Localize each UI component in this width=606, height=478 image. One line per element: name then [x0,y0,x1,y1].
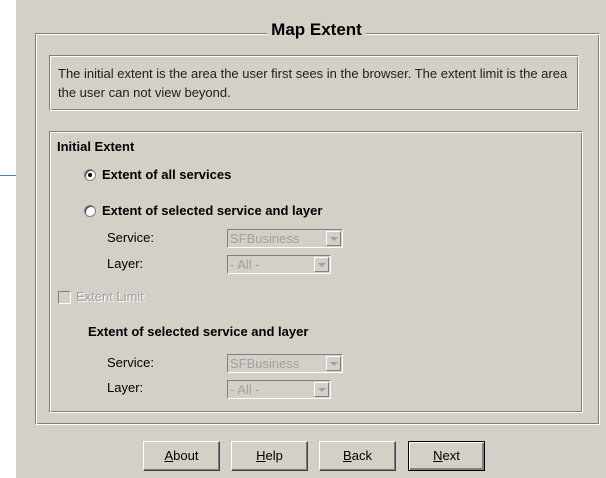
limit-layer-label: Layer: [107,380,144,395]
limit-service-label: Service: [107,355,154,370]
dialog-title: Map Extent [35,20,598,40]
help-mnemonic: H [256,448,266,463]
radio-extent-all[interactable] [84,169,96,181]
description-box: The initial extent is the area the user … [49,55,579,111]
description-text: The initial extent is the area the user … [58,66,568,100]
dialog-title-text: Map Extent [267,20,366,39]
next-button[interactable]: Next [408,441,485,471]
chevron-down-icon[interactable] [326,231,341,246]
limit-service-select[interactable]: SFBusiness [227,354,343,373]
help-label-rest: elp [265,448,283,463]
back-mnemonic: B [343,448,352,463]
initial-service-select[interactable]: SFBusiness [227,229,343,248]
radio-extent-selected[interactable] [84,205,96,217]
initial-service-label: Service: [107,230,154,245]
initial-extent-heading: Initial Extent [57,139,135,154]
initial-layer-value: - All - [230,257,260,272]
back-button[interactable]: Back [319,441,396,471]
about-mnemonic: A [164,448,174,463]
chevron-down-icon[interactable] [314,382,329,397]
radio-extent-selected-label[interactable]: Extent of selected service and layer [102,203,322,218]
limit-layer-value: - All - [230,382,260,397]
limit-layer-select[interactable]: - All - [227,380,331,399]
chevron-down-icon[interactable] [314,257,329,272]
limit-extent-heading: Extent of selected service and layer [88,324,309,339]
initial-service-value: SFBusiness [230,231,300,246]
about-button[interactable]: About [143,441,220,471]
chevron-down-icon[interactable] [326,356,341,371]
initial-layer-select[interactable]: - All - [227,255,331,274]
limit-service-value: SFBusiness [230,356,300,371]
back-label-rest: ack [351,448,372,463]
extent-limit-label[interactable]: Extent Limit [76,289,144,304]
help-button[interactable]: Help [231,441,308,471]
initial-layer-label: Layer: [107,256,144,271]
about-label-rest: bout [173,448,199,463]
next-mnemonic: N [433,448,443,463]
radio-extent-all-label[interactable]: Extent of all services [102,167,231,182]
next-label-rest: ext [442,448,460,463]
extent-limit-checkbox[interactable] [58,291,71,304]
radio-selected-dot [88,173,92,177]
